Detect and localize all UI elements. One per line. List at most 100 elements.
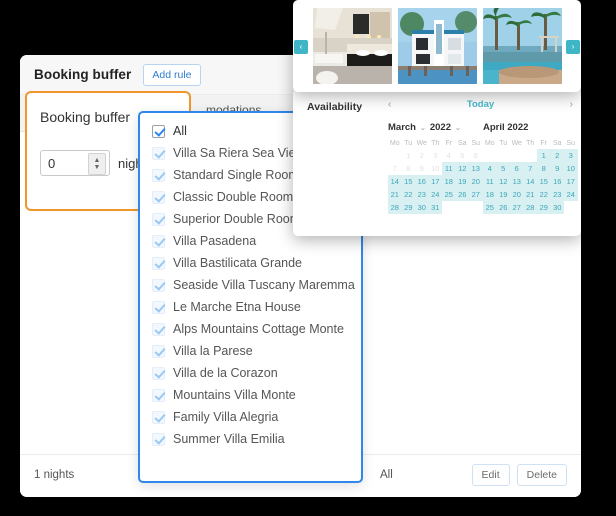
checkbox-checked-icon[interactable] bbox=[152, 344, 165, 358]
calendar-day-available[interactable]: 17 bbox=[428, 175, 442, 188]
calendar-day-available[interactable]: 6 bbox=[510, 162, 524, 175]
calendar-day-available[interactable]: 20 bbox=[510, 188, 524, 201]
calendar-day-available[interactable]: 15 bbox=[401, 175, 415, 188]
calendar-day-available[interactable]: 22 bbox=[537, 188, 551, 201]
gallery-next-icon[interactable]: › bbox=[566, 40, 580, 54]
quantity-stepper[interactable]: ▲ ▼ bbox=[88, 153, 106, 175]
calendar-day-available[interactable]: 25 bbox=[483, 201, 497, 214]
calendar-day-available[interactable]: 29 bbox=[401, 201, 415, 214]
calendar-day-available[interactable]: 20 bbox=[469, 175, 483, 188]
dropdown-item-label: Villa Bastilicata Grande bbox=[173, 256, 303, 270]
calendar-day-available[interactable]: 24 bbox=[428, 188, 442, 201]
checkbox-checked-icon[interactable] bbox=[152, 278, 165, 292]
calendar-day-available[interactable]: 26 bbox=[496, 201, 510, 214]
calendar-day-available[interactable]: 27 bbox=[510, 201, 524, 214]
checkbox-checked-icon[interactable] bbox=[152, 256, 165, 270]
calendar-month-name[interactable]: March bbox=[388, 122, 416, 133]
bathroom-interior-photo[interactable] bbox=[313, 8, 392, 84]
calendar-day-available[interactable]: 30 bbox=[550, 201, 564, 214]
calendar-day-available[interactable]: 31 bbox=[428, 201, 442, 214]
calendar-day-available[interactable]: 22 bbox=[401, 188, 415, 201]
checkbox-checked-icon[interactable] bbox=[152, 322, 165, 336]
calendar-day-available[interactable]: 28 bbox=[523, 201, 537, 214]
calendar-day-available[interactable]: 3 bbox=[564, 149, 578, 162]
calendar-day-available[interactable]: 27 bbox=[469, 188, 483, 201]
dropdown-item[interactable]: Seaside Villa Tuscany Maremma bbox=[140, 274, 361, 296]
calendar-day-available[interactable]: 13 bbox=[469, 162, 483, 175]
gallery-prev-icon[interactable]: ‹ bbox=[294, 40, 308, 54]
checkbox-checked-icon[interactable] bbox=[152, 146, 165, 160]
tropical-pool-photo[interactable] bbox=[483, 8, 562, 84]
calendar-day-available[interactable]: 18 bbox=[442, 175, 456, 188]
calendar-day-available[interactable]: 10 bbox=[564, 162, 578, 175]
calendar-day-available[interactable]: 17 bbox=[564, 175, 578, 188]
calendar-blank-cell bbox=[524, 149, 538, 162]
calendar-day-available[interactable]: 11 bbox=[483, 175, 497, 188]
calendar-day-available[interactable]: 12 bbox=[496, 175, 510, 188]
dropdown-item[interactable]: Villa la Parese bbox=[140, 340, 361, 362]
calendar-day-available[interactable]: 21 bbox=[523, 188, 537, 201]
calendar-day-available[interactable]: 23 bbox=[415, 188, 429, 201]
dropdown-item[interactable]: Mountains Villa Monte bbox=[140, 384, 361, 406]
calendar-day-available[interactable]: 26 bbox=[455, 188, 469, 201]
dropdown-item[interactable]: Family Villa Alegria bbox=[140, 406, 361, 428]
calendar-day-available[interactable]: 24 bbox=[564, 188, 578, 201]
stepper-down-icon[interactable]: ▼ bbox=[94, 164, 101, 171]
calendar-day-disabled: 8 bbox=[406, 164, 411, 173]
checkbox-checked-icon[interactable] bbox=[152, 234, 165, 248]
checkbox-checked-icon[interactable] bbox=[152, 190, 165, 204]
calendar-day-available[interactable]: 14 bbox=[388, 175, 402, 188]
calendar-day-available[interactable]: 19 bbox=[455, 175, 469, 188]
chevron-down-icon[interactable]: ⌄ bbox=[420, 124, 426, 132]
delete-button[interactable]: Delete bbox=[516, 464, 567, 486]
calendar-day-available[interactable]: 15 bbox=[537, 175, 551, 188]
checkbox-checked-icon[interactable] bbox=[152, 124, 165, 138]
calendar-day-available[interactable]: 8 bbox=[537, 162, 551, 175]
dropdown-item[interactable]: Villa de la Corazon bbox=[140, 362, 361, 384]
calendar-day-available[interactable]: 5 bbox=[496, 162, 510, 175]
calendar-day-available[interactable]: 1 bbox=[537, 149, 551, 162]
chevron-down-icon[interactable]: ⌄ bbox=[455, 124, 461, 132]
add-rule-button[interactable]: Add rule bbox=[143, 63, 201, 86]
calendar-day-available[interactable]: 23 bbox=[550, 188, 564, 201]
calendar-day-available[interactable]: 16 bbox=[550, 175, 564, 188]
checkbox-checked-icon[interactable] bbox=[152, 168, 165, 182]
calendar-day-available[interactable]: 16 bbox=[415, 175, 429, 188]
dropdown-item[interactable]: Alps Mountains Cottage Monte bbox=[140, 318, 361, 340]
dropdown-item[interactable]: Summer Villa Emilia bbox=[140, 428, 361, 450]
dropdown-item-label: Standard Single Room bbox=[173, 168, 299, 182]
chevron-right-icon[interactable]: › bbox=[570, 99, 573, 110]
edit-button[interactable]: Edit bbox=[471, 464, 510, 486]
checkbox-checked-icon[interactable] bbox=[152, 300, 165, 314]
checkbox-checked-icon[interactable] bbox=[152, 212, 165, 226]
calendar-day-available[interactable]: 7 bbox=[523, 162, 537, 175]
calendar-day-available[interactable]: 18 bbox=[483, 188, 497, 201]
calendar-day-available[interactable]: 9 bbox=[550, 162, 564, 175]
stepper-up-icon[interactable]: ▲ bbox=[94, 157, 101, 164]
calendar-day-available[interactable]: 12 bbox=[455, 162, 469, 175]
dropdown-item[interactable]: Villa Bastilicata Grande bbox=[140, 252, 361, 274]
calendar-day-available[interactable]: 4 bbox=[483, 162, 497, 175]
calendar-day-available[interactable]: 30 bbox=[415, 201, 429, 214]
checkbox-checked-icon[interactable] bbox=[152, 366, 165, 380]
checkbox-checked-icon[interactable] bbox=[152, 432, 165, 446]
calendar-day-available[interactable]: 29 bbox=[537, 201, 551, 214]
calendar-day-available[interactable]: 19 bbox=[496, 188, 510, 201]
calendar-day-available[interactable]: 14 bbox=[523, 175, 537, 188]
buffer-nights-input[interactable]: 0 ▲ ▼ bbox=[40, 150, 110, 176]
checkbox-checked-icon[interactable] bbox=[152, 388, 165, 402]
calendar-day-available[interactable]: 25 bbox=[442, 188, 456, 201]
calendar-day-available[interactable]: 11 bbox=[442, 162, 456, 175]
calendar-day-available[interactable]: 2 bbox=[550, 149, 564, 162]
availability-panel: Availability Today ‹ › March ⌄ 2022 ⌄ Mo Tu We… bbox=[293, 88, 581, 236]
chevron-left-icon[interactable]: ‹ bbox=[388, 99, 391, 110]
calendar-day-grid: 1 2 3 4 5 6 7 8 9 10 11 12 13 14 15 16 17 18 19 20 21 22 23 24 2… bbox=[483, 149, 581, 214]
checkbox-checked-icon[interactable] bbox=[152, 410, 165, 424]
waterfront-villa-photo[interactable] bbox=[398, 8, 477, 84]
calendar-day-available[interactable]: 13 bbox=[510, 175, 524, 188]
calendar-day-available[interactable]: 28 bbox=[388, 201, 402, 214]
calendar-year[interactable]: 2022 bbox=[430, 122, 451, 133]
calendar-today-button[interactable]: Today bbox=[388, 99, 573, 110]
calendar-day-available[interactable]: 21 bbox=[388, 188, 402, 201]
dropdown-item[interactable]: Le Marche Etna House bbox=[140, 296, 361, 318]
